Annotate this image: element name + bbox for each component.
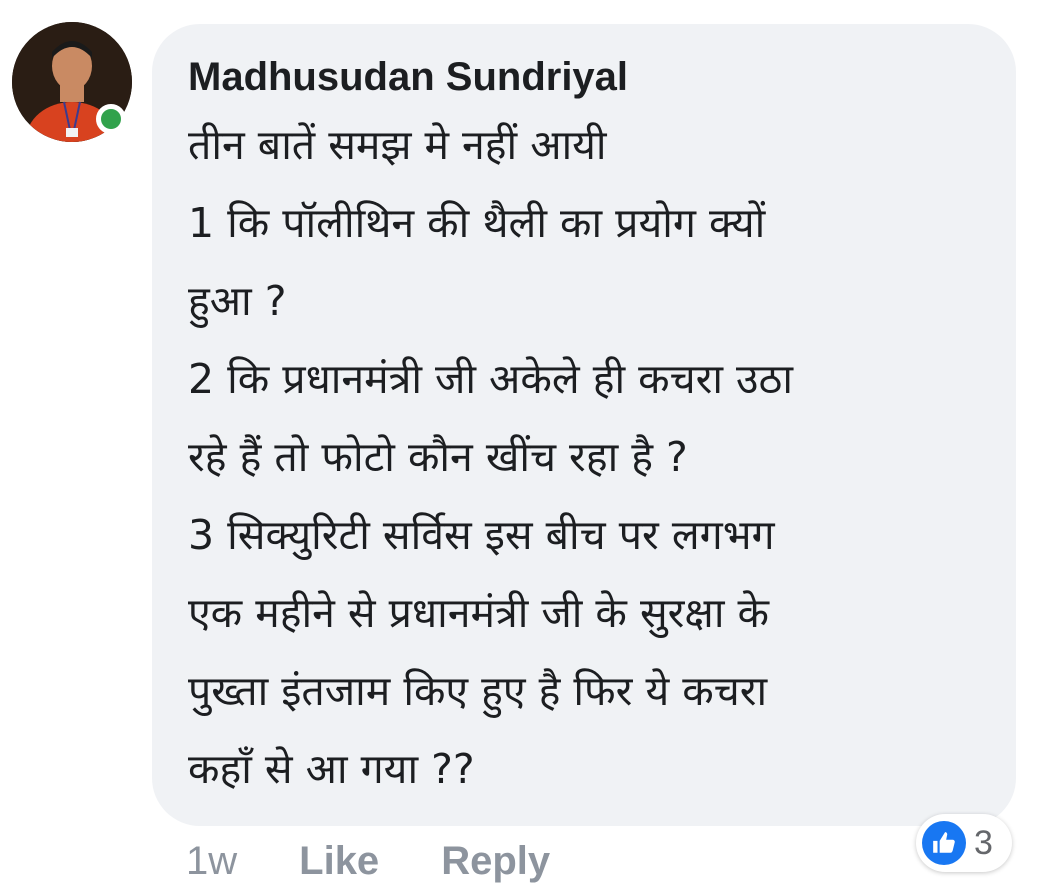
comment-line: 3 सिक्युरिटी सर्विस इस बीच पर लगभग [188,511,775,559]
comment-line: पुख्ता इंतजाम किए हुए है फिर ये कचरा [188,667,768,715]
reaction-summary[interactable]: 3 [916,814,1012,872]
comment-line: रहे हैं तो फोटो कौन खींच रहा है ? [188,433,688,481]
comment-actions: 1w Like Reply [186,836,612,886]
reaction-count: 3 [974,823,993,862]
online-status-dot [96,104,126,134]
comment-line: एक महीने से प्रधानमंत्री जी के सुरक्षा क… [188,589,769,637]
comment-line: 1 कि पॉलीथिन की थैली का प्रयोग क्यों [188,199,766,247]
comment-author[interactable]: Madhusudan Sundriyal [188,54,980,106]
comment-bubble: Madhusudan Sundriyal तीन बातें समझ मे नह… [152,24,1016,826]
reply-button[interactable]: Reply [441,839,550,884]
comment-line: 2 कि प्रधानमंत्री जी अकेले ही कचरा उठा [188,355,793,403]
like-button[interactable]: Like [299,839,379,884]
comment-line: तीन बातें समझ मे नहीं आयी [188,121,607,169]
comment-timestamp[interactable]: 1w [186,839,237,884]
comment-line: हुआ ? [188,277,287,325]
comment-line: कहाँ से आ गया ?? [188,745,475,793]
comment-text: तीन बातें समझ मे नहीं आयी 1 कि पॉलीथिन क… [188,106,980,808]
like-icon [922,821,966,865]
